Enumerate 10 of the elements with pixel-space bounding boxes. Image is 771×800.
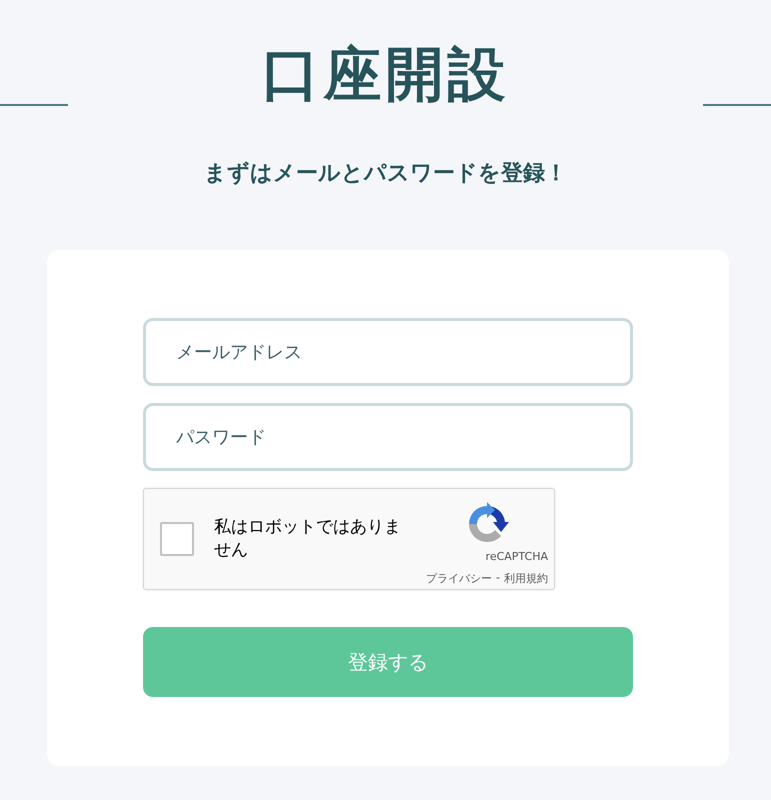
checkbox[interactable] [160,522,194,556]
page-title: 口座開設 [260,39,510,110]
captcha-label: 私はロボットではありません [214,516,402,562]
separator: - [496,571,500,586]
brand-name: reCAPTCHA [486,550,548,563]
privacy-link[interactable]: プライバシー [426,571,492,586]
input-field[interactable]: メールアドレス [143,318,633,386]
terms-link[interactable]: 利用規約 [504,571,548,586]
subtitle: まずはメールとパスワードを登録！ [203,160,568,188]
input-field[interactable]: パスワード [143,403,633,471]
